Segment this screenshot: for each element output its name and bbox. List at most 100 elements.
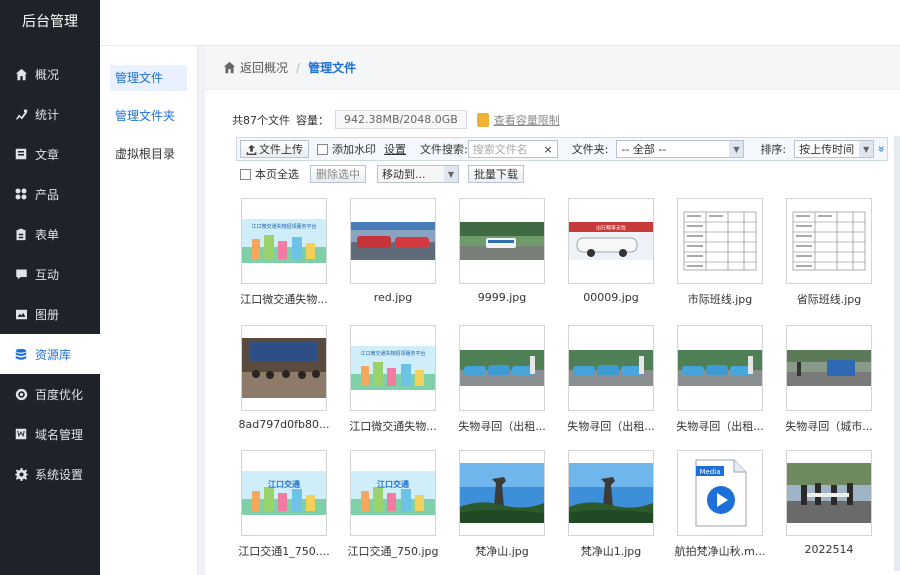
app-title: 后台管理 bbox=[22, 14, 78, 30]
sidebar-nav: 概况 统计 文章 产品 表单 互动 图册 资源库 百度优化 域名管理 系统设置 bbox=[0, 54, 100, 494]
file-name: 失物寻回（出租... bbox=[458, 420, 546, 433]
file-tile[interactable]: 失物寻回（出租... bbox=[676, 325, 764, 434]
sidebar-item-gallery[interactable]: 图册 bbox=[0, 294, 100, 334]
file-thumbnail[interactable] bbox=[786, 198, 872, 284]
file-tile[interactable]: 9999.jpg bbox=[459, 198, 545, 304]
upload-button[interactable]: 文件上传 bbox=[240, 140, 309, 158]
sort-select[interactable]: 按上传时间 ▼ bbox=[794, 140, 875, 158]
car-caption: 出行畅享无忧 bbox=[596, 225, 626, 232]
file-thumbnail[interactable] bbox=[786, 325, 872, 411]
folder-select[interactable]: -- 全部 -- ▼ bbox=[616, 140, 745, 158]
file-tile[interactable]: 江口交通 江口交通1_750.... bbox=[238, 450, 330, 559]
file-thumbnail[interactable] bbox=[568, 450, 654, 536]
file-tile[interactable]: 梵净山1.jpg bbox=[568, 450, 654, 559]
search-input[interactable]: 搜索文件名 × bbox=[467, 140, 558, 158]
file-thumbnail[interactable]: 江口微交通失物招领服务平台 bbox=[241, 198, 327, 284]
file-tile[interactable]: 失物寻回（出租... bbox=[567, 325, 655, 434]
file-thumbnail[interactable] bbox=[459, 450, 545, 536]
file-thumbnail[interactable]: Media bbox=[677, 450, 763, 536]
move-to-value: 移动到... bbox=[382, 168, 426, 181]
sidebar-item-overview[interactable]: 概况 bbox=[0, 54, 100, 94]
file-thumbnail[interactable] bbox=[241, 325, 327, 411]
banner-caption: 江口微交通失物招领服务平台 bbox=[251, 223, 316, 230]
file-thumbnail[interactable]: 出行畅享无忧 bbox=[568, 198, 654, 284]
sidebar-item-products[interactable]: 产品 bbox=[0, 174, 100, 214]
breadcrumb: 返回概况 / 管理文件 bbox=[205, 46, 900, 90]
media-badge: Media bbox=[699, 468, 720, 476]
domain-icon bbox=[14, 427, 28, 441]
file-tile[interactable]: 8ad797d0fb80... bbox=[238, 325, 330, 431]
sidebar-item-forms[interactable]: 表单 bbox=[0, 214, 100, 254]
file-thumbnail[interactable] bbox=[350, 198, 436, 284]
subnav-item-manage-files[interactable]: 管理文件 bbox=[110, 65, 187, 91]
watermark-checkbox[interactable] bbox=[317, 143, 328, 155]
sidebar-item-settings[interactable]: 系统设置 bbox=[0, 454, 100, 494]
seo-icon bbox=[14, 387, 28, 401]
delete-selected-button[interactable]: 删除选中 bbox=[310, 165, 366, 183]
file-thumbnail[interactable] bbox=[568, 325, 654, 411]
clear-search-icon[interactable]: × bbox=[544, 143, 553, 156]
file-thumbnail[interactable] bbox=[786, 450, 872, 536]
file-thumbnail[interactable] bbox=[459, 198, 545, 284]
database-icon bbox=[14, 347, 28, 361]
sidebar-item-stats[interactable]: 统计 bbox=[0, 94, 100, 134]
select-all-checkbox[interactable] bbox=[240, 168, 251, 180]
sidebar-item-label: 产品 bbox=[35, 187, 60, 202]
capacity-limit-link[interactable]: 查看容量限制 bbox=[476, 112, 560, 128]
file-name: 市际班线.jpg bbox=[687, 293, 753, 306]
expand-toolbar-icon[interactable]: » bbox=[875, 145, 889, 152]
sidebar-item-label: 表单 bbox=[35, 227, 60, 242]
search-label: 文件搜索: bbox=[420, 143, 468, 156]
file-thumbnail[interactable]: 江口交通 bbox=[350, 450, 436, 536]
file-thumbnail[interactable]: 江口交通 bbox=[241, 450, 327, 536]
sidebar-item-articles[interactable]: 文章 bbox=[0, 134, 100, 174]
file-tile[interactable]: 江口微交通失物招领服务平台 江口微交通失物... bbox=[349, 325, 437, 434]
file-thumbnail[interactable] bbox=[677, 198, 763, 284]
file-tile[interactable]: 江口交通 江口交通_750.jpg bbox=[347, 450, 439, 559]
move-to-select[interactable]: 移动到... ▼ bbox=[377, 165, 459, 183]
subnav-item-manage-folders[interactable]: 管理文件夹 bbox=[110, 103, 187, 129]
sort-select-value: 按上传时间 bbox=[799, 143, 855, 156]
sidebar-item-label: 百度优化 bbox=[35, 387, 84, 402]
file-toolbar: 文件上传 添加水印 设置 文件搜索: 搜索文件名 × 文件夹: -- 全部 --… bbox=[236, 137, 889, 161]
file-name: 失物寻回（出租... bbox=[567, 420, 655, 433]
secondary-nav: 管理文件 管理文件夹 虚拟根目录 bbox=[100, 46, 198, 575]
file-name: red.jpg bbox=[373, 291, 413, 304]
sidebar-item-label: 资源库 bbox=[35, 347, 72, 362]
file-tile[interactable]: red.jpg bbox=[350, 198, 436, 304]
file-tile[interactable]: 失物寻回（出租... bbox=[458, 325, 546, 434]
file-tile[interactable]: 梵净山.jpg bbox=[459, 450, 545, 559]
breadcrumb-current: 管理文件 bbox=[308, 61, 357, 75]
sidebar-item-domains[interactable]: 域名管理 bbox=[0, 414, 100, 454]
batch-download-button[interactable]: 批量下载 bbox=[468, 165, 524, 183]
breadcrumb-back-link[interactable]: 返回概况 bbox=[240, 59, 288, 76]
watermark-toggle[interactable]: 添加水印 bbox=[317, 141, 376, 157]
subnav-item-virtual-root[interactable]: 虚拟根目录 bbox=[110, 141, 187, 167]
file-thumbnail[interactable]: 江口微交通失物招领服务平台 bbox=[350, 325, 436, 411]
chevron-down-icon: ▼ bbox=[859, 141, 874, 157]
file-name: 航拍梵净山秋.m... bbox=[674, 545, 766, 558]
sidebar-item-label: 统计 bbox=[35, 107, 60, 122]
sidebar-item-interaction[interactable]: 互动 bbox=[0, 254, 100, 294]
file-thumbnail[interactable] bbox=[459, 325, 545, 411]
vertical-scrollbar[interactable] bbox=[894, 136, 900, 571]
file-name: 8ad797d0fb80... bbox=[238, 418, 330, 431]
file-tile[interactable]: Media 航拍梵净山秋.m... bbox=[675, 450, 765, 559]
sidebar-item-resources[interactable]: 资源库 bbox=[0, 334, 100, 374]
file-thumbnail[interactable] bbox=[677, 325, 763, 411]
file-tile[interactable]: 2022514 bbox=[786, 450, 872, 556]
folder-select-value: -- 全部 -- bbox=[621, 143, 667, 156]
file-tile[interactable]: 出行畅享无忧 00009.jpg bbox=[568, 198, 654, 304]
file-tile[interactable]: 失物寻回（城市... bbox=[785, 325, 873, 434]
select-all-toggle[interactable]: 本页全选 bbox=[240, 166, 299, 182]
watermark-settings-link[interactable]: 设置 bbox=[384, 141, 406, 157]
sidebar-item-seo[interactable]: 百度优化 bbox=[0, 374, 100, 414]
banner-caption: 江口交通 bbox=[268, 479, 300, 489]
banner-caption: 江口交通 bbox=[377, 479, 409, 489]
sidebar-item-label: 文章 bbox=[35, 147, 60, 162]
file-tile[interactable]: 市际班线.jpg bbox=[677, 198, 763, 307]
file-name: 失物寻回（城市... bbox=[785, 420, 873, 433]
file-tile[interactable]: 省际班线.jpg bbox=[786, 198, 872, 307]
file-tile[interactable]: 江口微交通失物招领服务平台 江口微交通失物... bbox=[240, 198, 328, 307]
chat-icon bbox=[14, 267, 28, 281]
